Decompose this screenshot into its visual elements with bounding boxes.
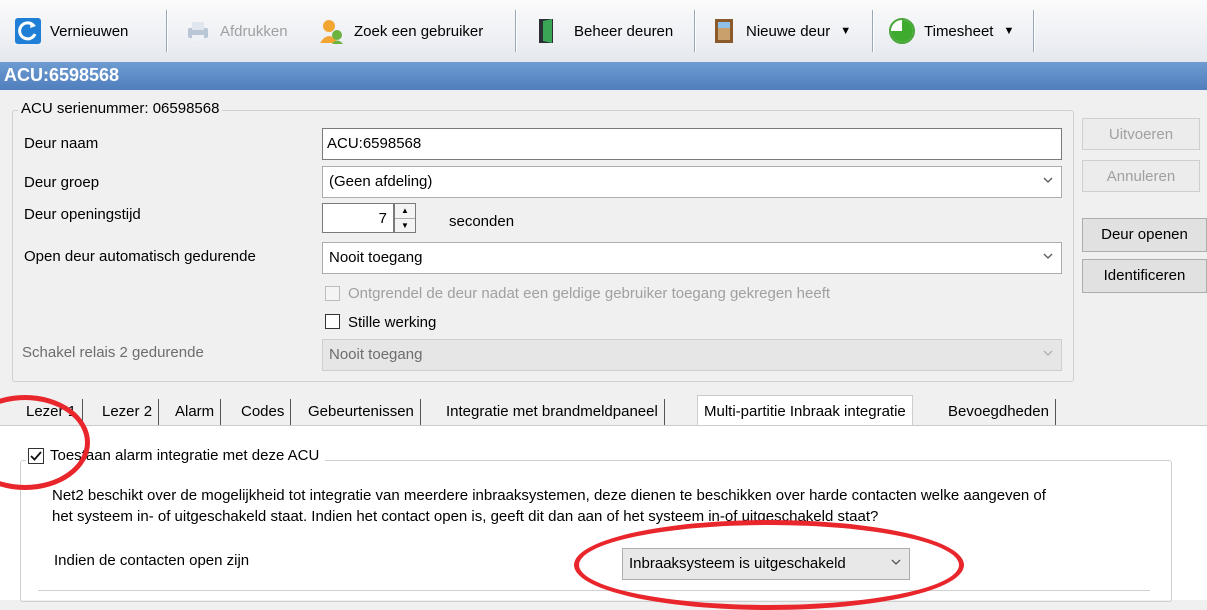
groupbox-legend: ACU serienummer: 06598568 xyxy=(18,100,223,117)
toolbar-separator xyxy=(515,10,516,52)
door-name-label: Deur naam xyxy=(24,135,99,152)
door-icon xyxy=(532,17,560,45)
open-time-label: Deur openingstijd xyxy=(24,206,141,223)
new-door-button[interactable]: Nieuwe deur ▼ xyxy=(704,8,857,54)
new-door-label: Nieuwe deur xyxy=(746,22,831,40)
relay2-select[interactable]: Nooit toegang xyxy=(322,339,1062,371)
open-door-button[interactable]: Deur openen xyxy=(1082,218,1207,252)
printer-icon xyxy=(184,17,212,45)
tab-fire-panel-integration[interactable]: Integratie met brandmeldpaneel xyxy=(440,399,665,425)
silent-label: Stille werking xyxy=(348,314,437,331)
allow-integration-label: Toestaan alarm integratie met deze ACU xyxy=(50,447,320,464)
tab-permissions[interactable]: Bevoegdheden xyxy=(942,399,1056,425)
auto-open-select[interactable]: Nooit toegang xyxy=(322,242,1062,274)
find-user-button[interactable]: Zoek een gebruiker xyxy=(312,8,489,54)
silent-checkbox[interactable] xyxy=(325,314,340,329)
identify-button[interactable]: Identificeren xyxy=(1082,259,1207,293)
chevron-down-icon xyxy=(1043,177,1053,183)
spin-down-icon[interactable]: ▼ xyxy=(395,219,415,233)
door-group-select[interactable]: (Geen afdeling) xyxy=(322,166,1062,198)
user-search-icon xyxy=(318,17,346,45)
divider xyxy=(38,590,1150,591)
relay2-value: Nooit toegang xyxy=(329,346,423,363)
tab-alarm[interactable]: Alarm xyxy=(169,399,222,425)
refresh-icon xyxy=(14,17,42,45)
highlight-ellipse xyxy=(574,520,964,610)
chevron-down-icon xyxy=(1043,350,1053,356)
timesheet-label: Timesheet xyxy=(924,22,994,40)
print-button[interactable]: Afdrukken xyxy=(178,8,294,54)
tab-reader-2[interactable]: Lezer 2 xyxy=(96,399,160,425)
toolbar-separator xyxy=(872,10,873,52)
open-time-spinner[interactable]: ▲ ▼ xyxy=(394,203,416,233)
dropdown-caret-icon: ▼ xyxy=(840,25,852,37)
unlock-after-checkbox[interactable] xyxy=(325,286,340,301)
door-group-label: Deur groep xyxy=(24,174,100,191)
execute-button[interactable]: Uitvoeren xyxy=(1082,118,1200,150)
timesheet-button[interactable]: Timesheet ▼ xyxy=(882,8,1020,54)
window-title-bar: ACU:6598568 xyxy=(0,62,1207,90)
clock-icon xyxy=(888,17,916,45)
toolbar-separator xyxy=(166,10,167,52)
auto-open-value: Nooit toegang xyxy=(329,249,423,266)
relay2-label: Schakel relais 2 gedurende xyxy=(22,344,204,361)
description-line-1: Net2 beschikt over de mogelijkheid tot i… xyxy=(52,487,1046,504)
cancel-button[interactable]: Annuleren xyxy=(1082,160,1200,192)
new-door-icon xyxy=(710,17,738,45)
dropdown-caret-icon: ▼ xyxy=(1003,25,1015,37)
unlock-after-label: Ontgrendel de deur nadat een geldige geb… xyxy=(348,285,831,302)
open-time-unit: seconden xyxy=(449,213,515,230)
door-group-value: (Geen afdeling) xyxy=(329,173,433,190)
tab-codes[interactable]: Codes xyxy=(235,399,292,425)
contacts-open-label: Indien de contacten open zijn xyxy=(54,552,250,569)
toolbar-separator xyxy=(694,10,695,52)
find-user-label: Zoek een gebruiker xyxy=(354,22,484,40)
auto-open-label: Open deur automatisch gedurende xyxy=(24,248,256,265)
refresh-label: Vernieuwen xyxy=(50,22,129,40)
toolbar-separator xyxy=(1033,10,1034,52)
window-title: ACU:6598568 xyxy=(4,65,120,85)
spin-up-icon[interactable]: ▲ xyxy=(395,204,415,219)
tab-events[interactable]: Gebeurtenissen xyxy=(302,399,421,425)
print-label: Afdrukken xyxy=(220,22,288,40)
toolbar: Vernieuwen Afdrukken Zoek een gebruiker … xyxy=(0,0,1207,63)
manage-doors-label: Beheer deuren xyxy=(574,22,674,40)
tab-multi-partition-intrusion[interactable]: Multi-partitie Inbraak integratie xyxy=(697,395,913,425)
manage-doors-button[interactable]: Beheer deuren xyxy=(526,8,679,54)
door-name-input[interactable]: ACU:6598568 xyxy=(322,128,1062,160)
open-time-input[interactable]: 7 xyxy=(322,203,394,233)
refresh-button[interactable]: Vernieuwen xyxy=(8,8,134,54)
chevron-down-icon xyxy=(1043,253,1053,259)
